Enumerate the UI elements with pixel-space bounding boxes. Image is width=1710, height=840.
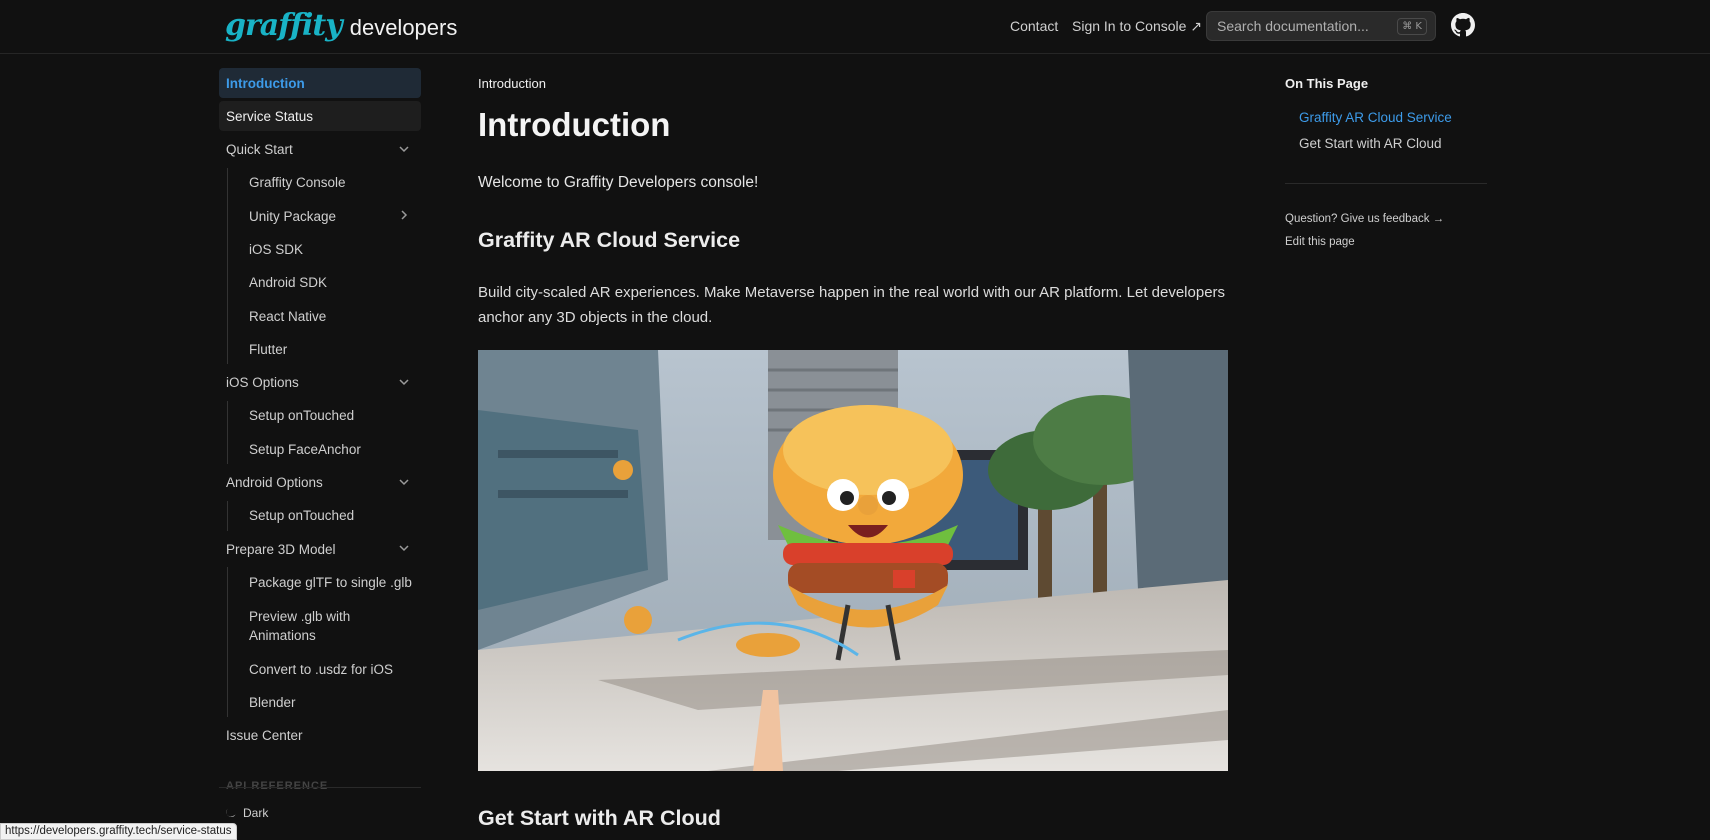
- status-bar-url: https://developers.graffity.tech/service…: [0, 823, 237, 840]
- sidebar-item-introduction[interactable]: Introduction: [219, 68, 421, 98]
- sidebar-item-unity-package[interactable]: Unity Package: [228, 201, 421, 231]
- sidebar-item-label: Android Options: [226, 475, 323, 491]
- sidebar-item-label: Flutter: [249, 341, 288, 357]
- section-heading-ar-cloud-service: Graffity AR Cloud Service: [478, 228, 741, 252]
- section-heading-get-start: Get Start with AR Cloud: [478, 806, 721, 830]
- sidebar-item-label: Setup onTouched: [249, 508, 355, 524]
- android-options-children: Setup onTouched: [227, 500, 421, 531]
- theme-label: Dark: [243, 806, 269, 820]
- toc-link-ar-cloud-service[interactable]: Graffity AR Cloud Service: [1299, 110, 1452, 125]
- chevron-down-icon: [399, 379, 409, 385]
- hero-ar-image: [478, 350, 1228, 771]
- sidebar-item-ios-sdk[interactable]: iOS SDK: [228, 234, 421, 264]
- sidebar-item-package-gltf[interactable]: Package glTF to single .glb: [228, 567, 421, 597]
- sidebar-item-blender[interactable]: Blender: [228, 687, 421, 717]
- sidebar-item-setup-ontouched-android[interactable]: Setup onTouched: [228, 501, 421, 531]
- chevron-down-icon: [399, 545, 409, 552]
- sidebar-section-api-reference: API REFERENCE: [226, 780, 329, 792]
- edit-page-link[interactable]: Edit this page: [1285, 236, 1355, 248]
- sidebar-item-label: Setup FaceAnchor: [249, 441, 361, 457]
- search-shortcut-badge: ⌘ K: [1397, 18, 1427, 35]
- sidebar-item-label: Convert to .usdz for iOS: [249, 661, 394, 677]
- sidebar-item-label: React Native: [249, 308, 327, 324]
- sidebar-item-label: iOS Options: [226, 375, 299, 391]
- sidebar-item-label: Prepare 3D Model: [226, 541, 336, 557]
- sidebar-item-label: Blender: [249, 694, 296, 710]
- sidebar-item-label: Android SDK: [249, 275, 328, 291]
- search-input[interactable]: [1217, 18, 1397, 34]
- ar-burger-scene-image: [478, 350, 1228, 771]
- sidebar-item-label: Setup onTouched: [249, 408, 355, 424]
- sign-in-console-link[interactable]: Sign In to Console ↗: [1072, 18, 1202, 35]
- graffity-logo[interactable]: graffity developers: [225, 8, 457, 43]
- quick-start-children: Graffity Console Unity Package iOS SDK A…: [227, 167, 421, 365]
- sidebar-item-label: iOS SDK: [249, 241, 304, 257]
- sidebar-item-label: Quick Start: [226, 142, 293, 158]
- sidebar-item-setup-ontouched-ios[interactable]: Setup onTouched: [228, 401, 421, 431]
- ios-options-children: Setup onTouched Setup FaceAnchor: [227, 400, 421, 465]
- welcome-text: Welcome to Graffity Developers console!: [478, 174, 759, 191]
- chevron-down-icon: [399, 146, 409, 152]
- sidebar-item-flutter[interactable]: Flutter: [228, 334, 421, 364]
- page-title: Introduction: [478, 106, 671, 143]
- search-box[interactable]: ⌘ K: [1206, 11, 1436, 41]
- breadcrumb: Introduction: [478, 76, 546, 91]
- toc-title: On This Page: [1285, 76, 1369, 91]
- github-icon[interactable]: [1451, 13, 1475, 37]
- sidebar-item-graffity-console[interactable]: Graffity Console: [228, 168, 421, 198]
- chevron-down-icon: [399, 479, 409, 485]
- sidebar-item-react-native[interactable]: React Native: [228, 301, 421, 331]
- sidebar-item-label: Package glTF to single .glb: [249, 574, 412, 590]
- sidebar-item-label: Service Status: [226, 108, 314, 124]
- sidebar-item-label: Graffity Console: [249, 175, 346, 191]
- chevron-right-icon: [401, 210, 408, 220]
- sidebar-item-label: Issue Center: [226, 728, 303, 744]
- sidebar-item-label: Unity Package: [249, 208, 337, 224]
- sidebar-nav: Introduction Service Status Quick Start …: [219, 68, 421, 754]
- toc-link-get-start[interactable]: Get Start with AR Cloud: [1299, 136, 1442, 151]
- sidebar-item-label: Preview .glb with Animations: [249, 608, 351, 643]
- logo-script: graffity: [225, 8, 343, 43]
- contact-link[interactable]: Contact: [1010, 18, 1058, 34]
- logo-text: developers: [349, 14, 458, 40]
- sidebar-item-android-options[interactable]: Android Options: [219, 468, 421, 498]
- sidebar-item-convert-usdz[interactable]: Convert to .usdz for iOS: [228, 654, 421, 684]
- theme-toggle[interactable]: Dark: [225, 806, 268, 820]
- sidebar-item-preview-glb[interactable]: Preview .glb with Animations: [228, 601, 421, 651]
- feedback-link[interactable]: Question? Give us feedback →: [1285, 213, 1444, 225]
- on-this-page: On This Page Graffity AR Cloud Service G…: [1285, 76, 1487, 248]
- sidebar-item-service-status[interactable]: Service Status: [219, 101, 421, 132]
- sidebar-item-prepare-3d-model[interactable]: Prepare 3D Model: [219, 534, 421, 564]
- section-body-ar-cloud-service: Build city-scaled AR experiences. Make M…: [478, 284, 1226, 326]
- sidebar-item-android-sdk[interactable]: Android SDK: [228, 268, 421, 298]
- sidebar-divider: [219, 787, 421, 788]
- sidebar-item-quick-start[interactable]: Quick Start: [219, 135, 421, 165]
- moon-icon: [226, 808, 236, 817]
- sidebar-item-label: Introduction: [226, 75, 305, 91]
- top-header: graffity developers Contact Sign In to C…: [0, 0, 1710, 54]
- sidebar-item-setup-faceanchor[interactable]: Setup FaceAnchor: [228, 434, 421, 464]
- sidebar-item-issue-center[interactable]: Issue Center: [219, 721, 421, 751]
- prepare-3d-model-children: Package glTF to single .glb Preview .glb…: [227, 567, 421, 718]
- sidebar-item-ios-options[interactable]: iOS Options: [219, 368, 421, 398]
- toc-divider: [1285, 183, 1487, 184]
